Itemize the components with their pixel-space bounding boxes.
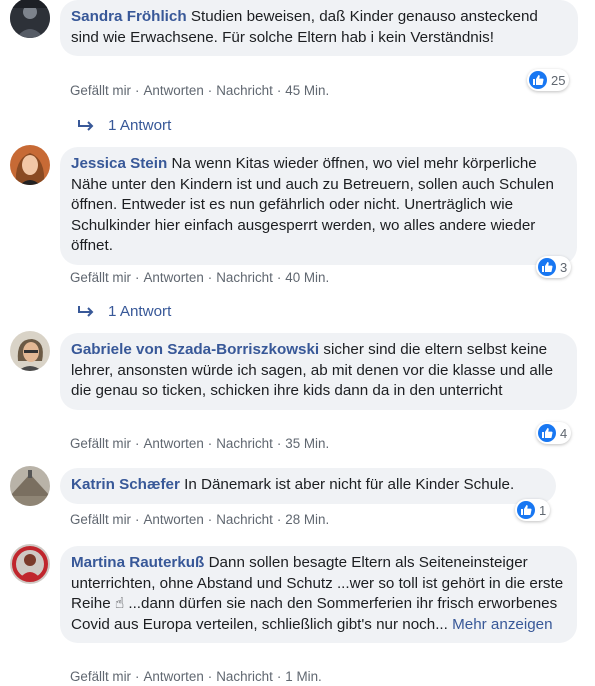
like-icon [538,424,556,442]
reaction-count: 3 [560,259,568,275]
see-more-link[interactable]: Mehr anzeigen [452,616,552,633]
reaction-count-badge[interactable]: 25 [527,69,570,91]
avatar[interactable] [10,331,50,371]
comment-timestamp[interactable]: 40 Min. [285,270,329,285]
avatar[interactable] [10,0,50,38]
comment-bubble: Martina Rauterkuß Dann sollen besagte El… [60,546,577,643]
reaction-count-badge[interactable]: 1 [515,499,551,521]
profile-photo [10,0,50,38]
comment-bubble: Gabriele von Szada-Borriszkowski sicher … [60,333,577,410]
avatar[interactable] [10,544,50,584]
message-link[interactable]: Nachricht [216,83,273,98]
reply-link[interactable]: Antworten [143,512,203,527]
comment-author[interactable]: Martina Rauterkuß [71,554,204,571]
reaction-count: 25 [551,72,566,88]
comment-actions: Gefällt mir · Antworten · Nachricht · 35 Min. [70,436,330,451]
reply-link[interactable]: Antworten [143,669,203,684]
comment-timestamp[interactable]: 1 Min. [285,669,321,684]
like-icon [538,258,556,276]
replies-count: 1 Antwort [108,303,172,320]
reaction-count: 4 [560,425,568,441]
reply-link[interactable]: Antworten [143,270,203,285]
comment-text: In Dänemark ist aber nicht für alle Kind… [184,476,515,493]
reaction-count: 1 [539,502,547,518]
comment-bubble: Sandra Fröhlich Studien beweisen, daß Ki… [60,0,578,56]
comment-actions: Gefällt mir · Antworten · Nachricht · 40 Min. [70,270,330,285]
reaction-count-badge[interactable]: 3 [536,256,572,278]
reaction-count-badge[interactable]: 4 [536,422,572,444]
profile-photo [10,544,50,584]
comment-bubble: Jessica Stein Na wenn Kitas wieder öffne… [60,147,577,265]
comment-timestamp[interactable]: 35 Min. [285,436,329,451]
message-link[interactable]: Nachricht [216,436,273,451]
like-link[interactable]: Gefällt mir [70,83,131,98]
view-replies-link[interactable]: 1 Antwort [76,303,171,320]
reply-link[interactable]: Antworten [143,436,203,451]
avatar[interactable] [10,145,50,185]
message-link[interactable]: Nachricht [216,512,273,527]
profile-photo [10,331,50,371]
profile-photo [10,466,50,506]
avatar[interactable] [10,466,50,506]
comment-timestamp[interactable]: 28 Min. [285,512,329,527]
comment-author[interactable]: Sandra Fröhlich [71,8,187,25]
like-link[interactable]: Gefällt mir [70,270,131,285]
reply-link[interactable]: Antworten [143,83,203,98]
replies-count: 1 Antwort [108,117,172,134]
like-link[interactable]: Gefällt mir [70,512,131,527]
like-icon [529,71,547,89]
message-link[interactable]: Nachricht [216,669,273,684]
profile-photo [10,145,50,185]
reply-arrow-icon [78,119,94,131]
reply-arrow-icon [78,305,94,317]
comment-author[interactable]: Katrin Schæfer [71,476,180,493]
like-icon [517,501,535,519]
comment-actions: Gefällt mir · Antworten · Nachricht · 28 Min. [70,512,330,527]
like-link[interactable]: Gefällt mir [70,436,131,451]
view-replies-link[interactable]: 1 Antwort [76,117,171,134]
like-link[interactable]: Gefällt mir [70,669,131,684]
comment-actions: Gefällt mir · Antworten · Nachricht · 1 Min. [70,669,322,684]
comment-actions: Gefällt mir · Antworten · Nachricht · 45 Min. [70,83,330,98]
comment-author[interactable]: Gabriele von Szada-Borriszkowski [71,341,319,358]
comment-timestamp[interactable]: 45 Min. [285,83,329,98]
message-link[interactable]: Nachricht [216,270,273,285]
comment-author[interactable]: Jessica Stein [71,155,167,172]
comment-bubble: Katrin Schæfer In Dänemark ist aber nich… [60,468,556,504]
